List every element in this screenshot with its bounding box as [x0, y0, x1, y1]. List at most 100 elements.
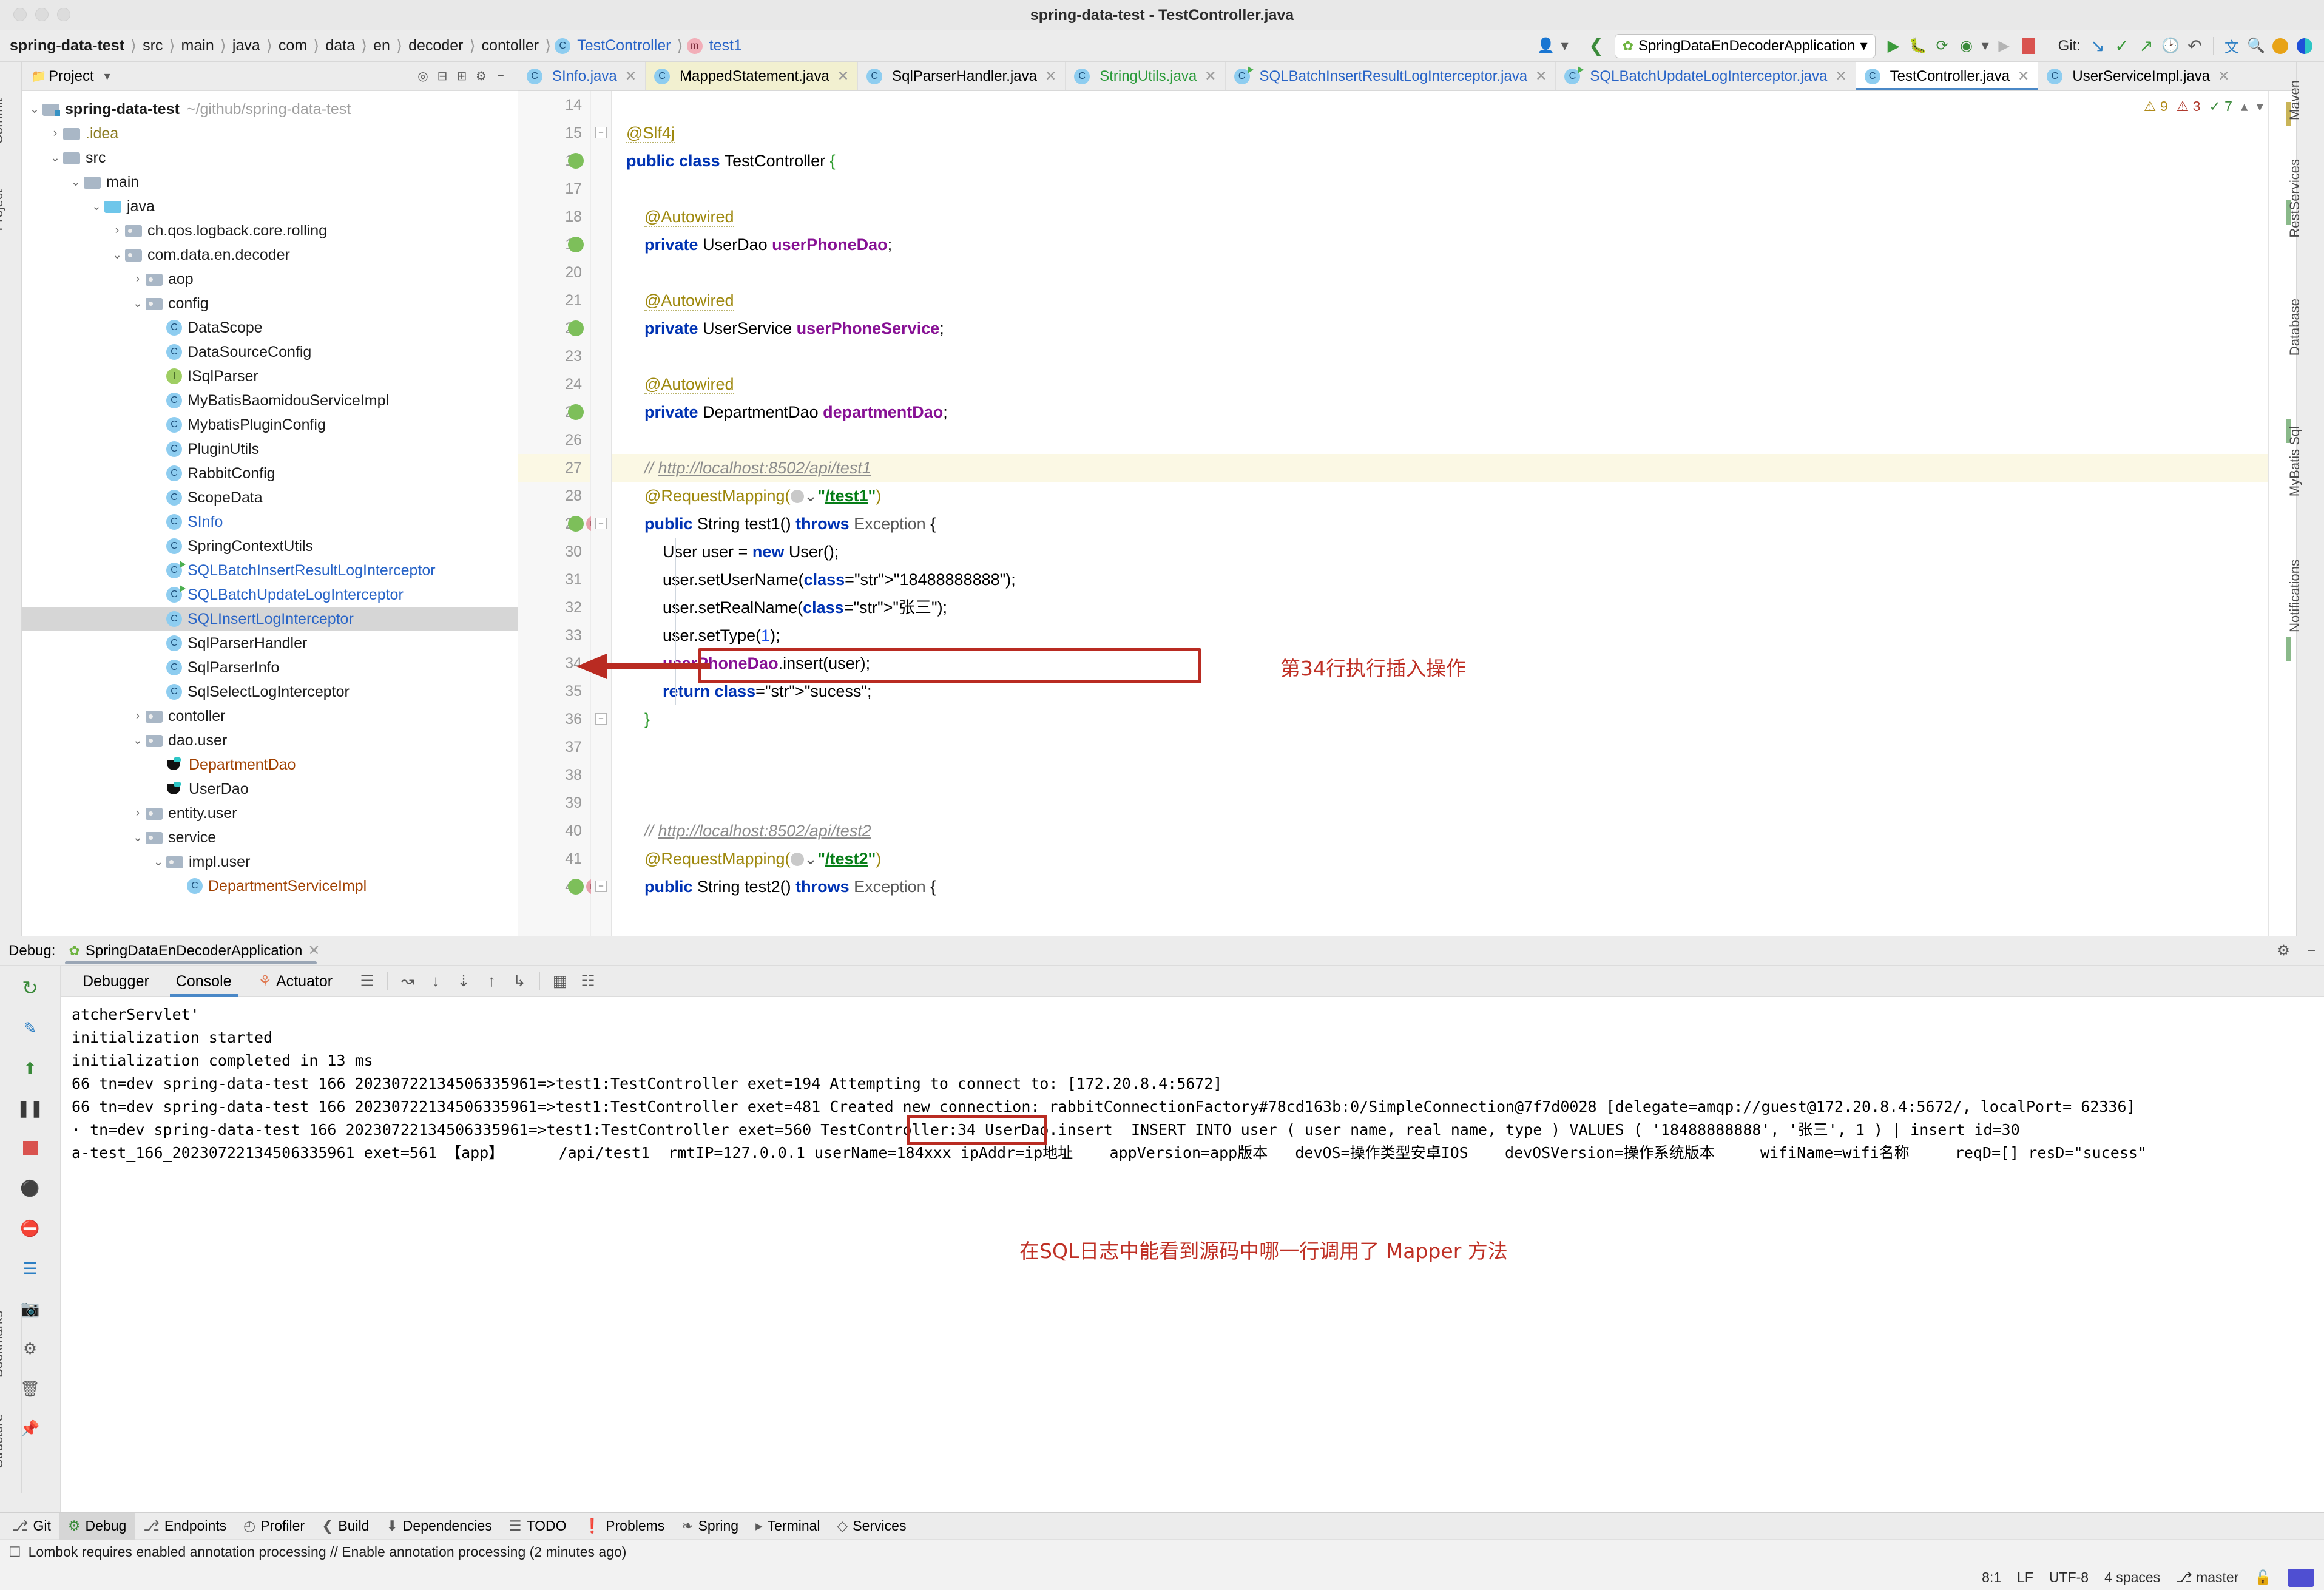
- close-icon[interactable]: ✕: [1535, 68, 1547, 84]
- code-line[interactable]: @Autowired: [626, 370, 2268, 398]
- tool-window-button-todo[interactable]: ☰ TODO: [501, 1513, 575, 1540]
- code-line[interactable]: [626, 342, 2268, 370]
- chevron-down-icon[interactable]: ⌄: [68, 175, 84, 189]
- tree-node[interactable]: › aop: [22, 267, 518, 291]
- code-line[interactable]: @Autowired: [626, 286, 2268, 314]
- breadcrumb-item-java[interactable]: java: [230, 37, 263, 55]
- tree-node[interactable]: ⌄ main: [22, 170, 518, 194]
- line-number[interactable]: 35: [518, 677, 590, 705]
- tree-node[interactable]: C SqlParserInfo: [22, 655, 518, 680]
- close-icon[interactable]: ✕: [2218, 68, 2229, 84]
- view-breakpoints-icon[interactable]: ⛔: [16, 1214, 44, 1242]
- line-number[interactable]: 37: [518, 733, 590, 761]
- code-folding-gutter[interactable]: − − − −: [591, 91, 612, 936]
- tree-node[interactable]: ⌄ impl.user: [22, 850, 518, 874]
- git-rollback-icon[interactable]: ↶: [2183, 34, 2207, 58]
- code-line[interactable]: public String test2() throws Exception {: [626, 873, 2268, 901]
- line-number[interactable]: 41: [518, 845, 590, 873]
- code-line[interactable]: private DepartmentDao departmentDao;: [626, 398, 2268, 426]
- close-icon[interactable]: ✕: [1835, 68, 1846, 84]
- code-line[interactable]: @RequestMapping(⌄"/test2"): [626, 845, 2268, 873]
- code-line[interactable]: @Slf4j: [626, 119, 2268, 147]
- line-number[interactable]: 18: [518, 203, 590, 231]
- editor-tab[interactable]: C SQLBatchUpdateLogInterceptor.java ✕: [1556, 62, 1856, 90]
- tool-window-button-problems[interactable]: ❗ Problems: [575, 1513, 674, 1540]
- strip-label-notifications[interactable]: Notifications: [2287, 560, 2309, 632]
- debug-session-tab[interactable]: ✿ SpringDataEnDecoderApplication ✕: [61, 936, 327, 966]
- code-line[interactable]: User user = new User();: [626, 538, 2268, 566]
- tree-node[interactable]: C DataSourceConfig: [22, 340, 518, 364]
- tree-node[interactable]: ⌄ service: [22, 825, 518, 850]
- line-number[interactable]: 30: [518, 538, 590, 566]
- code-line[interactable]: public String test1() throws Exception {: [626, 510, 2268, 538]
- tool-window-button-profiler[interactable]: ◴ Profiler: [235, 1513, 313, 1540]
- breadcrumb-item-en[interactable]: en: [371, 37, 393, 55]
- line-number[interactable]: 26: [518, 426, 590, 454]
- close-icon[interactable]: ✕: [2018, 68, 2029, 84]
- chevron-down-icon[interactable]: ▾: [98, 67, 117, 86]
- tree-node[interactable]: › entity.user: [22, 801, 518, 825]
- close-icon[interactable]: ✕: [837, 68, 849, 84]
- tree-node[interactable]: ⌄ com.data.en.decoder: [22, 243, 518, 267]
- tool-window-button-terminal[interactable]: ▸ Terminal: [747, 1513, 828, 1540]
- tree-node[interactable]: C MyBatisBaomidouServiceImpl: [22, 388, 518, 413]
- tree-node[interactable]: I ISqlParser: [22, 364, 518, 388]
- chevron-down-icon[interactable]: ▾: [1979, 34, 1992, 58]
- evaluate-expression-icon[interactable]: ▦: [546, 967, 574, 995]
- tab-actuator[interactable]: ⚘ Actuator: [245, 966, 346, 997]
- chevron-down-icon[interactable]: ▾: [1558, 34, 1572, 58]
- strip-label-maven[interactable]: Maven: [2287, 80, 2309, 120]
- git-branch-widget[interactable]: ⎇ master: [2176, 1569, 2238, 1586]
- tree-node[interactable]: › .idea: [22, 121, 518, 146]
- tree-node[interactable]: C SInfo: [22, 510, 518, 534]
- tree-node[interactable]: C SQLBatchInsertResultLogInterceptor: [22, 558, 518, 583]
- code-editor[interactable]: 1415161718192021222324252627282930313233…: [518, 91, 2296, 936]
- unlock-icon[interactable]: 🔓: [2254, 1569, 2272, 1586]
- tab-console[interactable]: Console: [163, 966, 245, 997]
- line-number[interactable]: 36: [518, 705, 590, 733]
- tool-window-button-endpoints[interactable]: ⎇ Endpoints: [135, 1513, 235, 1540]
- editor-tab[interactable]: C UserServiceImpl.java ✕: [2038, 62, 2239, 90]
- analysis-marker[interactable]: [2286, 637, 2291, 661]
- strip-label-bookmarks[interactable]: Bookmarks: [0, 1311, 12, 1378]
- line-number[interactable]: 21: [518, 286, 590, 314]
- line-number[interactable]: 40: [518, 817, 590, 845]
- chevron-down-icon[interactable]: ⌄: [150, 855, 166, 869]
- spring-bean-gutter-icon[interactable]: [568, 320, 584, 336]
- tool-window-button-dependencies[interactable]: ⬇ Dependencies: [378, 1513, 501, 1540]
- chevron-down-icon[interactable]: ⌄: [130, 831, 146, 845]
- settings-gear-icon[interactable]: ⚙: [471, 67, 491, 86]
- debug-icon[interactable]: 🐛: [1906, 34, 1930, 58]
- editor-tab[interactable]: C StringUtils.java ✕: [1066, 62, 1226, 90]
- code-line[interactable]: [626, 426, 2268, 454]
- strip-label-project[interactable]: Project: [0, 189, 12, 231]
- step-out-icon[interactable]: ↑: [478, 967, 505, 995]
- code-line[interactable]: private UserService userPhoneService;: [626, 314, 2268, 342]
- breadcrumb-item-method[interactable]: test1: [707, 37, 745, 55]
- tree-node[interactable]: › ch.qos.logback.core.rolling: [22, 218, 518, 243]
- code-line[interactable]: user.setRealName(class="str">"张三");: [626, 594, 2268, 621]
- spring-endpoint-gutter-icon[interactable]: [568, 879, 584, 895]
- run-to-cursor-icon[interactable]: ↳: [505, 967, 533, 995]
- chevron-down-icon[interactable]: ⌄: [130, 734, 146, 748]
- close-icon[interactable]: ✕: [1204, 68, 1216, 84]
- soft-wrap-icon[interactable]: ☰: [353, 967, 381, 995]
- run-icon[interactable]: ▶: [1882, 34, 1906, 58]
- caret-position[interactable]: 8:1: [1982, 1569, 2001, 1586]
- message-bar[interactable]: ☐ Lombok requires enabled annotation pro…: [0, 1539, 2324, 1565]
- user-avatar-icon[interactable]: 👤: [1534, 34, 1558, 58]
- line-number[interactable]: 28: [518, 482, 590, 510]
- chevron-right-icon[interactable]: ›: [47, 127, 63, 140]
- breadcrumb-item-data[interactable]: data: [323, 37, 357, 55]
- tree-node[interactable]: C DataScope: [22, 316, 518, 340]
- line-number[interactable]: 31: [518, 566, 590, 594]
- search-everywhere-icon[interactable]: 🔍: [2244, 34, 2268, 58]
- chevron-down-icon[interactable]: ⌄: [27, 103, 42, 117]
- chevron-right-icon[interactable]: ›: [130, 807, 146, 820]
- code-line[interactable]: // http://localhost:8502/api/test2: [626, 817, 2268, 845]
- editor-tab[interactable]: C TestController.java ✕: [1856, 62, 2039, 90]
- hide-panel-icon[interactable]: −: [2307, 942, 2316, 959]
- debug-tab-bar[interactable]: Debugger Console ⚘ Actuator ☰ ↝ ↓ ⇣ ↑ ↳ ▦…: [61, 966, 2324, 997]
- chevron-right-icon[interactable]: ›: [130, 272, 146, 286]
- edit-configuration-icon[interactable]: ✎: [16, 1014, 44, 1042]
